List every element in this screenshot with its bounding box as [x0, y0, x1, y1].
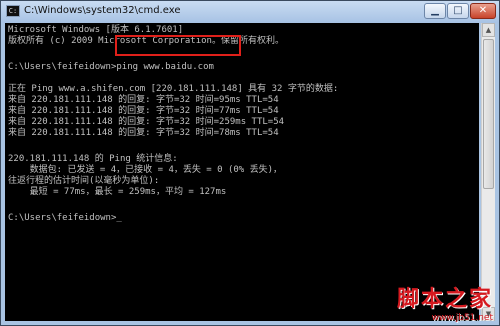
- console-line: 来自 220.181.111.148 的回复: 字节=32 时间=259ms T…: [8, 117, 285, 127]
- cmd-app-icon: C:: [6, 5, 20, 17]
- console-prompt: C:\Users\feifeidown>_: [8, 213, 122, 223]
- console-line: 来自 220.181.111.148 的回复: 字节=32 时间=95ms TT…: [8, 95, 279, 105]
- console-line: C:\Users\feifeidown>ping www.baidu.com: [8, 62, 214, 72]
- vertical-scrollbar[interactable]: ▲ ▼: [481, 23, 495, 321]
- site-watermark: 脚本之家 www.jb51.net: [397, 281, 493, 323]
- console-line: 正在 Ping www.a.shifen.com [220.181.111.14…: [8, 84, 339, 94]
- watermark-url: www.jb51.net: [431, 313, 493, 323]
- title-bar[interactable]: C: C:\Windows\system32\cmd.exe ▁ □ ✕: [1, 1, 499, 23]
- console-line: 最短 = 77ms，最长 = 259ms，平均 = 127ms: [8, 187, 227, 197]
- console-line: 220.181.111.148 的 Ping 统计信息:: [8, 154, 178, 164]
- console-line: 来自 220.181.111.148 的回复: 字节=32 时间=77ms TT…: [8, 106, 279, 116]
- console-line: 往返行程的估计时间(以毫秒为单位):: [8, 176, 160, 186]
- scrollbar-thumb[interactable]: [483, 39, 494, 189]
- scroll-up-button[interactable]: ▲: [482, 23, 495, 37]
- command-highlight-box: [115, 35, 241, 56]
- minimize-button[interactable]: ▁: [424, 3, 446, 19]
- console-output[interactable]: Microsoft Windows [版本 6.1.7601] 版权所有 (c)…: [5, 23, 479, 321]
- console-line: 来自 220.181.111.148 的回复: 字节=32 时间=78ms TT…: [8, 128, 279, 138]
- close-button[interactable]: ✕: [470, 3, 496, 19]
- console-line: 数据包: 已发送 = 4，已接收 = 4，丢失 = 0 (0% 丢失)，: [8, 165, 283, 175]
- cmd-window: C: C:\Windows\system32\cmd.exe ▁ □ ✕ Mic…: [0, 0, 500, 326]
- window-title: C:\Windows\system32\cmd.exe: [24, 5, 181, 16]
- watermark-logo: 脚本之家: [396, 286, 493, 312]
- maximize-button[interactable]: □: [447, 3, 469, 19]
